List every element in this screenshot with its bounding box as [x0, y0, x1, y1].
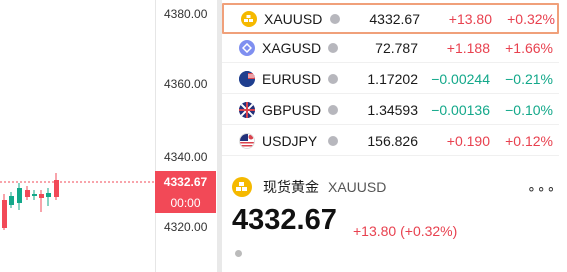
last-price: 1.17202 [367, 71, 418, 87]
axis-tick-label: 4380.00 [164, 7, 208, 21]
axis-tick-label: 4320.00 [164, 220, 208, 234]
price-change: −0.00244 [431, 71, 490, 87]
symbol-label: XAGUSD [262, 40, 322, 56]
gold-icon [241, 10, 257, 27]
last-price: 1.34593 [367, 102, 418, 118]
candle-body [32, 194, 37, 196]
symbol-label: EURUSD [262, 71, 322, 87]
price-axis: 4380.00 4360.00 4340.00 4320.00 [155, 0, 218, 272]
instrument-symbol: XAUUSD [328, 179, 387, 195]
detail-header: 现货黄金 XAUUSD [232, 177, 386, 197]
market-status-dot [328, 136, 338, 146]
market-status-dot [328, 105, 338, 115]
candle-body [39, 194, 44, 198]
candlestick-chart[interactable] [0, 0, 155, 272]
current-price-label: 4332.67 [163, 175, 208, 189]
instrument-name: 现货黄金 [263, 179, 319, 195]
status-dot [235, 250, 242, 257]
current-price-tag: 4332.67 00:00 [155, 171, 216, 213]
watchlist-row-xagusd[interactable]: XAGUSD 72.787 +1.188 +1.66% [222, 34, 559, 63]
last-price: 72.787 [375, 40, 418, 56]
candle-body [2, 200, 7, 228]
candle-body [9, 196, 14, 205]
axis-tick-label: 4360.00 [164, 77, 208, 91]
percent-change: −0.10% [505, 102, 553, 118]
detail-change: +13.80 (+0.32%) [353, 223, 458, 239]
price-change: +1.188 [446, 40, 490, 56]
us-jp-flag-icon [239, 133, 255, 149]
symbol-detail-panel: 现货黄金 XAUUSD ∘∘∘ 4332.67 +13.80 (+0.32%) [222, 160, 567, 272]
percent-change: −0.21% [505, 71, 553, 87]
watchlist-row-usdjpy[interactable]: USDJPY 156.826 +0.190 +0.12% [222, 127, 559, 156]
last-price: 156.826 [367, 133, 418, 149]
price-change: +13.80 [448, 10, 492, 27]
candle-countdown: 00:00 [170, 196, 201, 210]
watchlist-row-eurusd[interactable]: EURUSD 1.17202 −0.00244 −0.21% [222, 65, 559, 94]
axis-tick-label: 4340.00 [164, 150, 208, 164]
market-status-dot [330, 13, 340, 24]
candle-body [54, 180, 59, 197]
symbol-label: USDJPY [262, 133, 318, 149]
watchlist: XAUUSD 4332.67 +13.80 +0.32% XAGUSD 72.7… [222, 0, 567, 156]
symbol-label: GBPUSD [262, 102, 322, 118]
eu-us-flag-icon [239, 71, 255, 87]
detail-price: 4332.67 [232, 204, 337, 236]
price-change: −0.00136 [431, 102, 490, 118]
candle-body [25, 190, 30, 197]
silver-icon [239, 40, 255, 56]
watchlist-row-gbpusd[interactable]: GBPUSD 1.34593 −0.00136 −0.10% [222, 96, 559, 125]
market-status-dot [328, 74, 338, 84]
symbol-label: XAUUSD [264, 10, 323, 27]
watchlist-row-xauusd[interactable]: XAUUSD 4332.67 +13.80 +0.32% [222, 3, 559, 34]
candle-body [46, 193, 51, 197]
price-change: +0.190 [446, 133, 490, 149]
candle-body [17, 188, 22, 203]
percent-change: +0.12% [505, 133, 553, 149]
percent-change: +1.66% [505, 40, 553, 56]
last-price: 4332.67 [369, 10, 420, 27]
gb-us-flag-icon [239, 102, 255, 118]
chart-canvas [0, 173, 155, 230]
percent-change: +0.32% [507, 10, 555, 27]
more-options-button[interactable]: ∘∘∘ [527, 180, 556, 197]
gold-icon [232, 177, 252, 197]
market-status-dot [328, 43, 338, 53]
